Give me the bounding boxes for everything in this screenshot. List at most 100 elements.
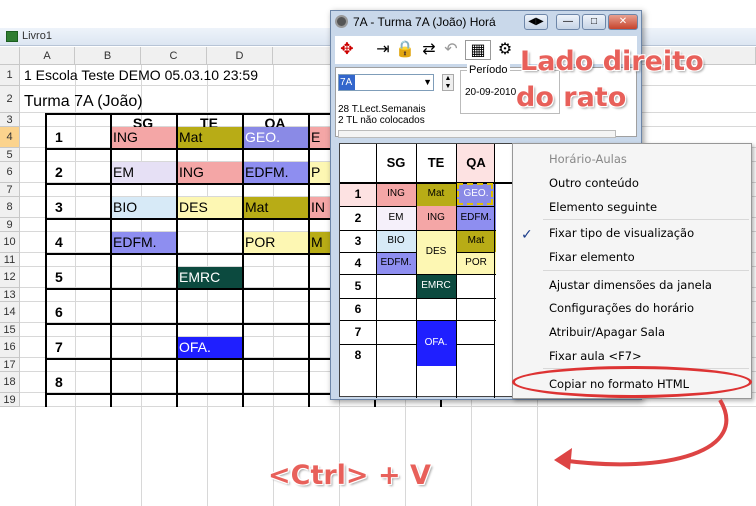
menu-item-atribuir-sala[interactable]: Atribuir/Apagar Sala [549,325,665,339]
lesson-cell[interactable]: GEO. [242,127,308,148]
lesson-cell[interactable]: Mat [456,230,496,252]
row-header[interactable]: 9 [0,218,20,232]
period-number[interactable]: 8 [340,344,376,366]
lock-icon[interactable]: 🔒 [395,40,415,60]
lesson-cell[interactable]: POR [242,232,308,253]
period-number[interactable]: 5 [45,267,110,288]
menu-item-fixar-elemento[interactable]: Fixar elemento [549,250,635,264]
settings-icon[interactable]: ⚙ [495,40,515,60]
column-header-a[interactable]: A [20,47,75,65]
menu-item-ajustar-dimensoes[interactable]: Ajustar dimensões da janela [549,278,712,292]
row-header[interactable]: 3 [0,113,20,127]
period-number[interactable]: 8 [45,372,110,393]
lesson-cell[interactable]: POR [456,252,496,274]
row-header[interactable]: 18 [0,372,20,393]
lesson-cell[interactable]: Mat [416,182,456,206]
row-header[interactable]: 15 [0,323,20,337]
row-header[interactable]: 7 [0,183,20,197]
row-header[interactable]: 11 [0,253,20,267]
lesson-cell[interactable] [242,267,308,288]
row-header[interactable]: 10 [0,232,20,253]
class-selector[interactable]: 7A ▼ [338,74,434,91]
lesson-cell[interactable]: ING [376,182,416,206]
lesson-cell[interactable]: EM [110,162,176,183]
class-cell[interactable]: Turma 7A (João) [21,90,221,113]
lesson-cell[interactable] [242,337,308,358]
column-header-b[interactable]: B [75,47,141,65]
period-number[interactable]: 6 [340,298,376,320]
lesson-cell[interactable]: EDFM. [456,206,496,230]
day-header[interactable]: TE [416,144,456,182]
period-number[interactable]: 6 [45,302,110,323]
period-number[interactable]: 2 [45,162,110,183]
compass-icon[interactable]: ✥ [337,40,357,60]
lesson-cell[interactable]: DES [176,197,242,218]
day-header[interactable]: SG [376,144,416,182]
period-date[interactable]: 20-09-2010 [465,87,516,98]
undo-icon[interactable]: ↶ [441,40,461,60]
day-header[interactable]: QA [456,144,496,182]
lesson-cell[interactable]: EDFM. [376,252,416,274]
row-header[interactable]: 12 [0,267,20,288]
row-header[interactable]: 17 [0,358,20,372]
lesson-cell[interactable] [110,337,176,358]
swap-icon[interactable]: ⇄ [419,40,439,60]
row-header[interactable]: 19 [0,393,20,407]
column-header-d[interactable]: D [207,47,273,65]
lesson-cell[interactable] [176,232,242,253]
spin-control[interactable]: ▲ ▼ [442,74,454,91]
lesson-cell[interactable]: OFA. [176,337,242,358]
row-header[interactable]: 13 [0,288,20,302]
maximize-button[interactable]: □ [582,14,606,30]
lesson-cell[interactable]: ING [110,127,176,148]
minimize-button[interactable]: — [556,14,580,30]
menu-item-configuracoes[interactable]: Configurações do horário [549,301,694,315]
row-header[interactable]: 2 [0,86,20,113]
period-number[interactable]: 1 [45,127,110,148]
lesson-cell[interactable]: Mat [176,127,242,148]
period-number[interactable]: 1 [340,182,376,206]
row-header[interactable]: 1 [0,65,20,86]
horizontal-scrollbar[interactable] [338,130,616,138]
row-header[interactable]: 4 [0,127,20,148]
table-border [176,113,178,407]
column-header-c[interactable]: C [141,47,207,65]
row-header[interactable]: 5 [0,148,20,162]
row-header[interactable]: 8 [0,197,20,218]
lesson-cell[interactable]: EDFM. [110,232,176,253]
lesson-cell[interactable]: Mat [242,197,308,218]
period-number[interactable]: 7 [340,320,376,344]
lesson-cell[interactable]: DES [416,230,456,274]
row-header[interactable]: 16 [0,337,20,358]
lesson-cell[interactable]: BIO [110,197,176,218]
nav-arrows-button[interactable]: ◀▶ [524,14,548,30]
lesson-cell[interactable]: EM [376,206,416,230]
period-number[interactable]: 7 [45,337,110,358]
curved-arrow-icon [554,398,729,470]
close-button[interactable]: ✕ [608,14,638,30]
window-titlebar[interactable]: 7A - Turma 7A (João) Horá ◀▶ — □ ✕ [331,11,641,33]
menu-item-elemento-seguinte[interactable]: Elemento seguinte [549,200,657,214]
period-number[interactable]: 2 [340,206,376,230]
period-number[interactable]: 5 [340,274,376,298]
menu-item-fixar-aula[interactable]: Fixar aula <F7> [549,349,642,363]
lesson-cell[interactable]: EMRC [176,267,242,288]
menu-item-fixar-tipo[interactable]: Fixar tipo de visualização [549,226,694,240]
lesson-cell[interactable] [110,267,176,288]
menu-item-outro-conteudo[interactable]: Outro conteúdo [549,176,639,190]
lesson-cell[interactable]: ING [416,206,456,230]
period-number[interactable]: 4 [45,232,110,253]
grid-view-icon[interactable]: ▦ [465,40,491,60]
exit-icon[interactable]: ⇥ [373,40,393,60]
select-all-corner[interactable] [0,47,20,65]
lesson-cell[interactable]: EMRC [416,274,456,298]
row-header[interactable]: 6 [0,162,20,183]
row-header[interactable]: 14 [0,302,20,323]
lesson-cell[interactable]: BIO [376,230,416,252]
period-number[interactable]: 3 [340,230,376,252]
lesson-cell[interactable]: OFA. [416,320,456,366]
period-number[interactable]: 4 [340,252,376,274]
lesson-cell[interactable]: ING [176,162,242,183]
period-number[interactable]: 3 [45,197,110,218]
lesson-cell[interactable]: EDFM. [242,162,308,183]
